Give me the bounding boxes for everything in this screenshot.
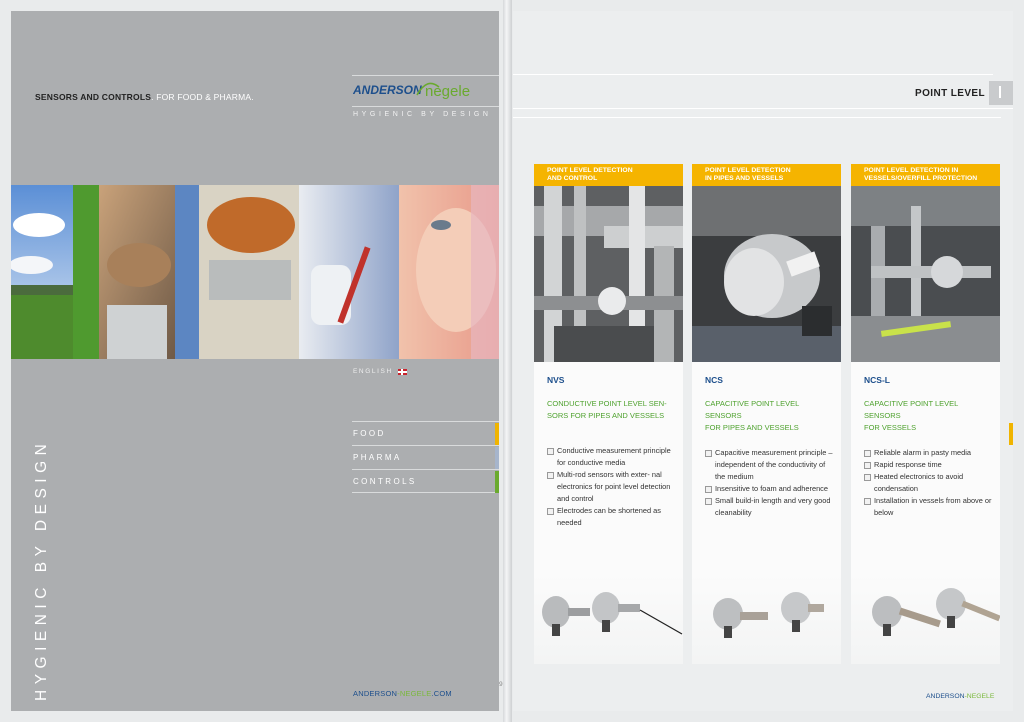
desc-line-2: FOR PIPES AND VESSELS <box>705 423 799 432</box>
nav-label-controls: CONTROLS <box>353 476 417 486</box>
pipes-photo <box>534 186 683 362</box>
column-header: POINT LEVEL DETECTION IN PIPES AND VESSE… <box>692 164 841 186</box>
feature-item: Electrodes can be shortened as needed <box>547 505 675 529</box>
feature-item: Capacitive measurement principle – indep… <box>705 447 833 483</box>
desc-line-1: CONDUCTIVE POINT LEVEL SEN- <box>547 399 667 408</box>
logo-bottom-rule <box>352 106 499 107</box>
desc-line-1: CAPACITIVE POINT LEVEL SENSORS <box>864 399 959 420</box>
product-photo-ncs-l <box>851 186 1000 362</box>
cover-tagline: SENSORS AND CONTROLS. FOR FOOD & PHARMA. <box>35 92 254 102</box>
feature-item: Installation in vessels from above or be… <box>864 495 992 519</box>
column-header: POINT LEVEL DETECTION IN VESSELS/OVERFIL… <box>851 164 1000 186</box>
product-column-ncs-l: POINT LEVEL DETECTION IN VESSELS/OVERFIL… <box>851 164 1000 664</box>
desc-line-2: FOR VESSELS <box>864 423 917 432</box>
header-rule-extra <box>513 117 1001 118</box>
nav-item-controls[interactable]: CONTROLS <box>352 469 499 493</box>
url-part-c: .COM <box>431 689 452 698</box>
page-title: POINT LEVEL <box>915 88 985 99</box>
sensor-photo <box>692 186 841 362</box>
product-name[interactable]: NCS-L <box>864 375 1000 385</box>
logo-negele-text: negele <box>425 83 470 100</box>
nav-tab-pharma <box>495 447 499 469</box>
logo-top-rule <box>352 75 499 76</box>
nav-item-food[interactable]: FOOD <box>352 421 499 445</box>
header-rule-bottom <box>513 108 1013 109</box>
vertical-slogan: HYGIENIC BY DESIGN <box>33 438 50 701</box>
language-selector[interactable]: ENGLISH <box>353 368 407 375</box>
brand-logo-svg: ANDERSON negele <box>352 82 470 100</box>
feature-list: Capacitive measurement principle – indep… <box>705 447 833 519</box>
brochure-spread: SENSORS AND CONTROLS. FOR FOOD & PHARMA.… <box>0 0 1024 722</box>
ncs-sensor-render <box>713 592 824 638</box>
uk-flag-icon <box>397 368 407 375</box>
product-name[interactable]: NVS <box>547 375 683 385</box>
nav-label-pharma: PHARMA <box>353 453 402 462</box>
content-page: POINT LEVEL POINT LEVEL DETECTION AND CO… <box>513 11 1013 711</box>
logo-anderson-text: ANDERSON <box>353 83 422 97</box>
cover-page: SENSORS AND CONTROLS. FOR FOOD & PHARMA.… <box>11 11 499 711</box>
logo-subtitle: HYGIENIC BY DESIGN <box>353 111 492 118</box>
desc-line-1: CAPACITIVE POINT LEVEL SENSORS <box>705 399 800 420</box>
header-line-1: POINT LEVEL DETECTION <box>547 167 633 174</box>
product-description: CAPACITIVE POINT LEVEL SENSORS FOR VESSE… <box>864 398 987 434</box>
feature-item: Conductive measurement principle for con… <box>547 445 675 469</box>
product-name[interactable]: NCS <box>705 375 841 385</box>
website-link[interactable]: ANDERSON-NEGELE.COM <box>353 689 452 698</box>
product-column-ncs: POINT LEVEL DETECTION IN PIPES AND VESSE… <box>692 164 841 664</box>
category-nav: FOOD PHARMA CONTROLS <box>352 421 499 493</box>
product-description: CONDUCTIVE POINT LEVEL SEN- SORS FOR PIP… <box>547 398 670 432</box>
product-description: CAPACITIVE POINT LEVEL SENSORS FOR PIPES… <box>705 398 828 434</box>
header-line-1: POINT LEVEL DETECTION <box>705 167 791 174</box>
column-header: POINT LEVEL DETECTION AND CONTROL <box>534 164 683 186</box>
header-line-2: VESSELS/OVERFILL PROTECTION <box>864 175 978 182</box>
language-label: ENGLISH <box>353 368 393 375</box>
cover-photo-strip <box>11 185 499 359</box>
header-line-2: IN PIPES AND VESSELS <box>705 175 784 182</box>
tagline-bold: SENSORS AND CONTROLS <box>35 92 152 102</box>
tagline-light: . FOR FOOD & PHARMA. <box>151 92 254 102</box>
ncs-l-sensor-render <box>872 588 1000 636</box>
nav-tab-controls <box>495 471 499 493</box>
feature-item: Rapid response time <box>864 459 992 471</box>
desc-line-2: SORS FOR PIPES AND VESSELS <box>547 411 665 420</box>
feature-list: Conductive measurement principle for con… <box>547 445 675 529</box>
feature-item: Multi-rod sensors with exter- nal electr… <box>547 469 675 505</box>
feature-item: Reliable alarm in pasty media <box>864 447 992 459</box>
footer-brand-b: NEGELE <box>966 693 995 700</box>
header-line-1: POINT LEVEL DETECTION IN <box>864 167 959 174</box>
product-column-nvs: POINT LEVEL DETECTION AND CONTROL NVS CO… <box>534 164 683 664</box>
url-part-b: NEGELE <box>399 689 432 698</box>
brand-logo[interactable]: ANDERSON negele <box>352 79 493 101</box>
header-rule-top <box>513 74 993 75</box>
page-gutter <box>503 0 512 722</box>
feature-item: Insensitive to foam and adherence <box>705 483 833 495</box>
footer-brand-a: ANDERSON <box>926 693 965 700</box>
photo-collage <box>11 185 499 359</box>
section-marker-icon <box>989 81 1013 105</box>
nav-item-pharma[interactable]: PHARMA <box>352 445 499 469</box>
header-line-2: AND CONTROL <box>547 175 598 182</box>
product-render-ncs-l <box>851 574 1000 664</box>
page-number: 9 <box>499 681 503 688</box>
url-part-a: ANDERSON <box>353 689 398 698</box>
feature-list: Reliable alarm in pasty media Rapid resp… <box>864 447 992 519</box>
feature-item: Heated electronics to avoid condensation <box>864 471 992 495</box>
product-photo-ncs <box>692 186 841 362</box>
feature-item: Small build-in length and very good clea… <box>705 495 833 519</box>
nvs-sensor-render <box>542 592 683 636</box>
product-photo-nvs <box>534 186 683 362</box>
footer-brand[interactable]: ANDERSON-NEGELE <box>926 693 994 700</box>
product-render-ncs <box>692 574 841 664</box>
vessel-photo <box>851 186 1000 362</box>
product-render-nvs <box>534 574 683 664</box>
section-side-tab[interactable] <box>1009 423 1013 445</box>
nav-tab-food <box>495 423 499 445</box>
nav-label-food: FOOD <box>353 429 386 438</box>
